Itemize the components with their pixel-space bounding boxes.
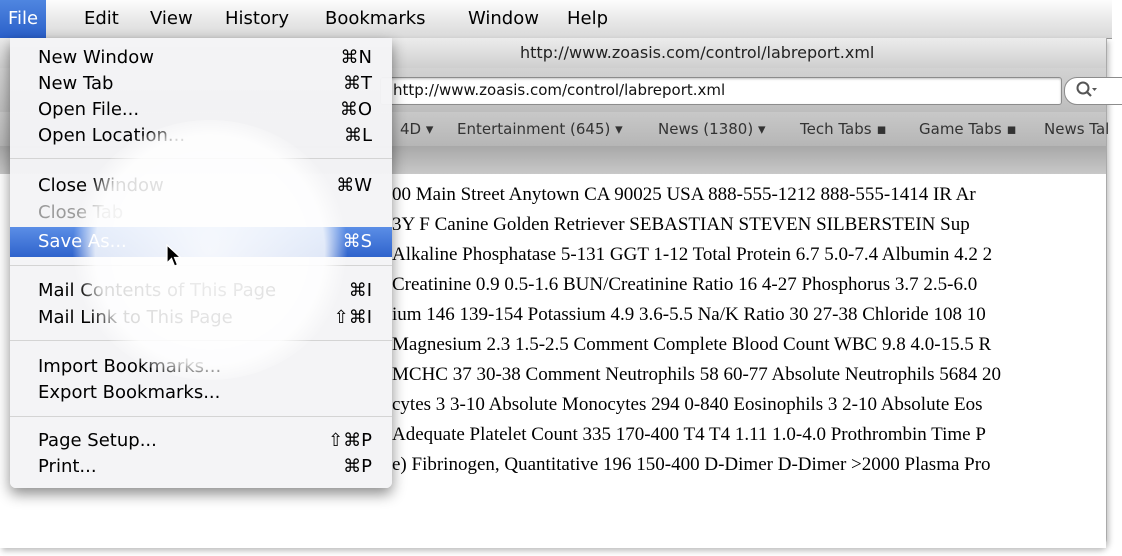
menu-item-close-window[interactable]: Close Window ⌘W [10,173,392,199]
menu-item-shortcut: ⇧⌘P [328,430,372,451]
menu-item-shortcut: ⇧⌘I [333,307,372,328]
menu-edit[interactable]: Edit [84,7,119,31]
menu-item-mail-contents[interactable]: Mail Contents of This Page ⌘I [10,278,392,304]
menu-item-new-window[interactable]: New Window ⌘N [10,45,392,71]
page-text-line: Creatinine 0.9 0.5-1.6 BUN/Creatinine Ra… [392,274,978,295]
menu-item-save-as[interactable]: Save As... ⌘S [10,227,392,257]
menu-item-close-tab: Close Tab [10,200,392,226]
menu-item-shortcut: ⌘T [343,73,372,94]
menu-separator [10,158,392,159]
menu-item-shortcut: ⌘P [343,456,372,477]
menu-item-new-tab[interactable]: New Tab ⌘T [10,71,392,97]
mouse-pointer-icon [166,244,183,267]
menu-item-label: Mail Contents of This Page [38,280,277,301]
page-text-line: Magnesium 2.3 1.5-2.5 Comment Complete B… [392,334,992,355]
menu-bar: File Edit View History Bookmarks Window … [0,0,1112,39]
menu-item-label: Open Location... [38,125,186,146]
page-text-line: MCHC 37 30-38 Comment Neutrophils 58 60-… [392,364,1002,385]
menu-item-export-bookmarks[interactable]: Export Bookmarks... [10,380,392,406]
menu-item-shortcut: ⌘O [339,99,372,120]
search-field[interactable]: ⌃ [1064,77,1122,105]
menu-item-shortcut: ⌘N [340,47,372,68]
page-text-line: Adequate Platelet Count 335 170-400 T4 T… [392,424,986,445]
menu-item-shortcut: ⌘I [348,280,372,301]
magnifier-icon [1075,80,1097,104]
menu-item-label: Close Window [38,175,164,196]
file-menu: New Window ⌘N New Tab ⌘T Open File... ⌘O… [10,38,392,488]
bookmark-tech-tabs[interactable]: Tech Tabs ▪ [800,120,887,138]
menu-item-label: Print... [38,456,97,477]
menu-item-import-bookmarks[interactable]: Import Bookmarks... [10,354,392,380]
page-text-line: 00 Main Street Anytown CA 90025 USA 888-… [392,184,976,205]
menu-bookmarks[interactable]: Bookmarks [325,7,426,31]
menu-item-page-setup[interactable]: Page Setup... ⇧⌘P [10,428,392,454]
page-text-line: cytes 3 3-10 Absolute Monocytes 294 0-84… [392,394,983,415]
menu-item-shortcut: ⌘W [336,175,372,196]
bookmark-4d[interactable]: 4D ▾ [400,120,433,138]
menu-view[interactable]: View [150,7,193,31]
menu-item-label: New Window [38,47,154,68]
menu-window[interactable]: Window [468,7,539,31]
page-text-line: 3Y F Canine Golden Retriever SEBASTIAN S… [392,214,970,235]
screenshot: File Edit View History Bookmarks Window … [0,0,1122,556]
menu-item-label: Export Bookmarks... [38,382,221,403]
menu-item-shortcut: ⌘L [343,125,372,146]
page-text-line: e) Fibrinogen, Quantitative 196 150-400 … [392,454,991,475]
bookmark-news[interactable]: News (1380) ▾ [658,120,765,138]
page-text-line: Alkaline Phosphatase 5-131 GGT 1-12 Tota… [392,244,993,265]
menu-item-print[interactable]: Print... ⌘P [10,454,392,480]
menu-item-label: Open File... [38,99,140,120]
address-field[interactable]: http://www.zoasis.com/control/labreport.… [380,77,1062,105]
bookmark-news-talk[interactable]: News Tal [1044,120,1109,138]
menu-item-open-file[interactable]: Open File... ⌘O [10,97,392,123]
menu-help[interactable]: Help [567,7,608,31]
menu-item-label: Mail Link to This Page [38,307,233,328]
page-text-line: ium 146 139-154 Potassium 4.9 3.6-5.5 Na… [392,304,986,325]
menu-item-label: Save As... [38,231,127,252]
menu-item-open-location[interactable]: Open Location... ⌘L [10,123,392,149]
address-value: http://www.zoasis.com/control/labreport.… [393,81,726,99]
menu-item-label: New Tab [38,73,114,94]
menu-history[interactable]: History [225,7,289,31]
menu-file[interactable]: File [0,0,47,38]
menu-separator [10,265,392,266]
menu-item-label: Close Tab [38,202,124,223]
menu-separator [10,416,392,417]
bookmark-entertainment[interactable]: Entertainment (645) ▾ [457,120,623,138]
menu-item-shortcut: ⌘S [342,231,372,252]
menu-item-mail-link[interactable]: Mail Link to This Page ⇧⌘I [10,305,392,331]
window-title: http://www.zoasis.com/control/labreport.… [520,43,875,62]
bookmark-game-tabs[interactable]: Game Tabs ▪ [919,120,1017,138]
menu-item-label: Page Setup... [38,430,157,451]
menu-separator [10,340,392,341]
menu-item-label: Import Bookmarks... [38,356,222,377]
